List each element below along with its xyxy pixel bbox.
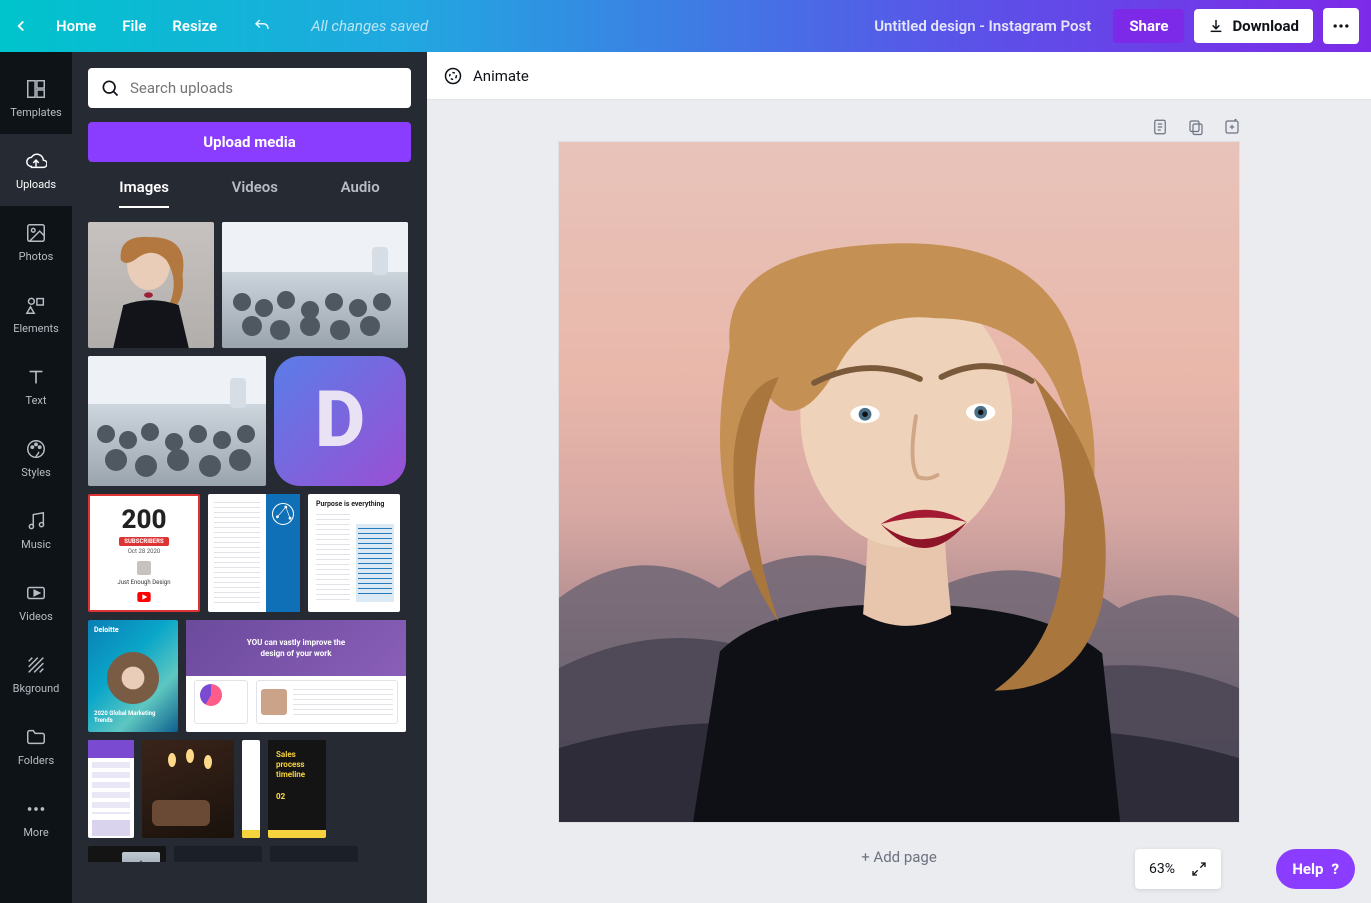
sidebar-item-more[interactable]: More xyxy=(0,782,72,854)
tab-images[interactable]: Images xyxy=(119,178,169,208)
sidebar-item-label: Templates xyxy=(10,106,61,119)
back-icon[interactable] xyxy=(12,17,30,35)
sidebar-item-photos[interactable]: Photos xyxy=(0,206,72,278)
upload-thumb[interactable] xyxy=(270,846,358,862)
upload-thumb[interactable]: 200 SUBSCRIBERS Oct 28 2020 Just Enough … xyxy=(88,494,200,612)
undo-icon[interactable] xyxy=(253,17,271,35)
save-status: All changes saved xyxy=(311,17,428,35)
photos-icon xyxy=(25,222,47,244)
sidebar-item-folders[interactable]: Folders xyxy=(0,710,72,782)
sidebar-item-text[interactable]: Text xyxy=(0,350,72,422)
upload-thumb[interactable]: Salesprocesstimeline 02 xyxy=(268,740,326,838)
nav-home[interactable]: Home xyxy=(56,17,96,35)
canvas-area: Animate xyxy=(427,52,1371,903)
upload-thumb[interactable] xyxy=(88,222,214,348)
page-controls xyxy=(427,118,1371,142)
sidebar-item-elements[interactable]: Elements xyxy=(0,278,72,350)
upload-thumb[interactable]: Real estatelistingpresentation xyxy=(88,846,166,862)
sidebar-item-label: Videos xyxy=(19,610,53,623)
canvas-subject xyxy=(573,230,1239,822)
share-button[interactable]: Share xyxy=(1113,9,1184,43)
stage-scroll[interactable]: + Add page xyxy=(427,100,1371,903)
sidebar-item-videos[interactable]: Videos xyxy=(0,566,72,638)
zoom-value[interactable]: 63% xyxy=(1149,861,1175,877)
text-icon xyxy=(25,366,47,388)
uploads-gallery: D 200 SUBSCRIBERS Oct 28 2020 Just Enoug… xyxy=(88,222,411,862)
upload-thumb[interactable] xyxy=(88,356,266,486)
upload-thumb[interactable] xyxy=(88,740,134,838)
download-label: Download xyxy=(1232,17,1299,35)
icon-sidebar: Templates Uploads Photos Elements Text S… xyxy=(0,52,72,903)
elements-icon xyxy=(25,294,47,316)
animate-button[interactable]: Animate xyxy=(443,66,529,86)
sidebar-item-music[interactable]: Music xyxy=(0,494,72,566)
context-toolbar: Animate xyxy=(427,52,1371,100)
top-bar: Home File Resize All changes saved Untit… xyxy=(0,0,1371,52)
sidebar-item-label: Text xyxy=(26,394,47,407)
notes-icon[interactable] xyxy=(1151,118,1169,136)
upload-thumb[interactable]: YOU can vastly improve thedesign of your… xyxy=(186,620,406,732)
document-title[interactable]: Untitled design - Instagram Post xyxy=(874,17,1091,35)
background-icon xyxy=(25,654,47,676)
sidebar-item-label: Uploads xyxy=(16,178,56,191)
media-tabs: Images Videos Audio xyxy=(88,178,411,208)
add-page-button[interactable]: + Add page xyxy=(427,822,1371,903)
templates-icon xyxy=(25,78,47,100)
upload-thumb[interactable]: D xyxy=(274,356,406,486)
help-label: Help xyxy=(1292,860,1323,878)
styles-icon xyxy=(25,438,47,460)
download-icon xyxy=(1208,18,1224,34)
nav-file[interactable]: File xyxy=(122,17,146,35)
sidebar-item-bkground[interactable]: Bkground xyxy=(0,638,72,710)
music-icon xyxy=(25,510,47,532)
zoom-control: 63% xyxy=(1135,849,1221,889)
upload-thumb[interactable] xyxy=(142,740,234,838)
tab-videos[interactable]: Videos xyxy=(232,178,278,208)
upload-media-button[interactable]: Upload media xyxy=(88,122,411,162)
sidebar-item-label: Music xyxy=(21,538,51,551)
ellipsis-icon xyxy=(1331,16,1351,36)
sidebar-item-label: Elements xyxy=(13,322,59,335)
add-page-icon[interactable] xyxy=(1223,118,1241,136)
duplicate-page-icon[interactable] xyxy=(1187,118,1205,136)
sidebar-item-label: Folders xyxy=(18,754,54,767)
sidebar-item-label: Photos xyxy=(19,250,54,263)
design-canvas[interactable] xyxy=(559,142,1239,822)
animate-label: Animate xyxy=(473,67,529,85)
upload-thumb[interactable] xyxy=(174,846,262,862)
upload-thumb[interactable]: Deloitte 2020 Global Marketing Trends xyxy=(88,620,178,732)
sidebar-item-label: More xyxy=(23,826,48,839)
upload-thumb[interactable]: Purpose is everything xyxy=(308,494,400,612)
search-wrap xyxy=(88,68,411,108)
upload-thumb[interactable] xyxy=(208,494,300,612)
upload-thumb[interactable] xyxy=(222,222,408,348)
more-icon xyxy=(25,798,47,820)
search-icon xyxy=(100,78,120,98)
upload-thumb[interactable] xyxy=(242,740,260,838)
sidebar-item-styles[interactable]: Styles xyxy=(0,422,72,494)
uploads-panel: Upload media Images Videos Audio xyxy=(72,52,427,903)
folders-icon xyxy=(25,726,47,748)
nav-resize[interactable]: Resize xyxy=(172,17,217,35)
fullscreen-icon[interactable] xyxy=(1191,861,1207,877)
sidebar-item-templates[interactable]: Templates xyxy=(0,62,72,134)
tab-audio[interactable]: Audio xyxy=(341,178,380,208)
help-button[interactable]: Help ? xyxy=(1276,849,1355,889)
uploads-icon xyxy=(25,150,47,172)
videos-icon xyxy=(25,582,47,604)
search-input[interactable] xyxy=(130,79,399,97)
sidebar-item-uploads[interactable]: Uploads xyxy=(0,134,72,206)
download-button[interactable]: Download xyxy=(1194,9,1313,43)
more-button[interactable] xyxy=(1323,8,1359,44)
sidebar-item-label: Bkground xyxy=(13,682,60,695)
animate-icon xyxy=(443,66,463,86)
sidebar-item-label: Styles xyxy=(21,466,51,479)
